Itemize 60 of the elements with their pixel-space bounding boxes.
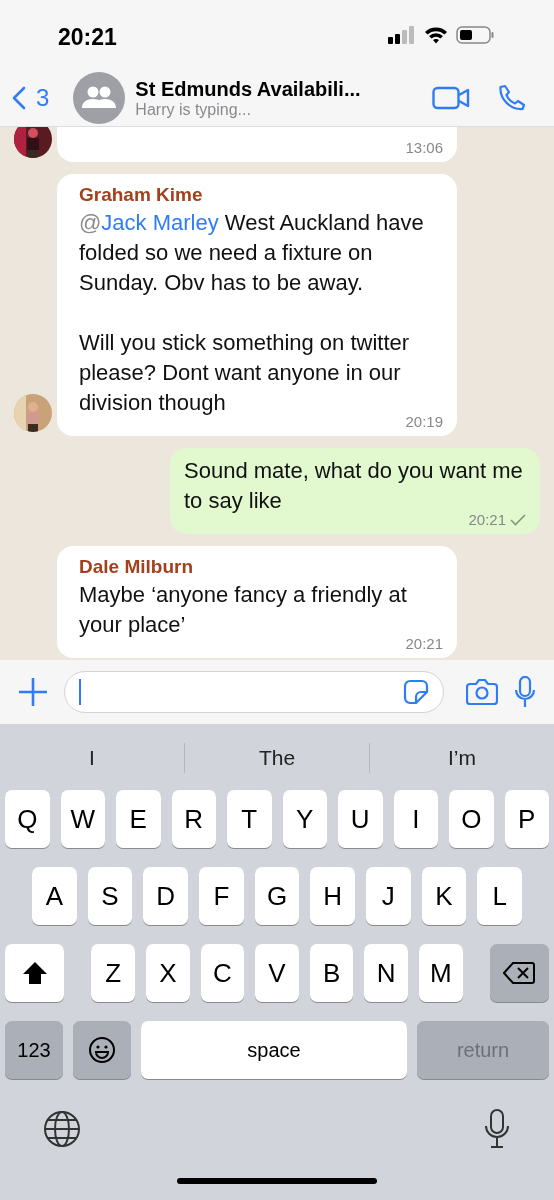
keyboard-key[interactable]: V xyxy=(255,944,299,1002)
keyboard-key[interactable]: U xyxy=(338,790,383,848)
keyboard-key[interactable]: H xyxy=(310,867,355,925)
keyboard-key[interactable]: I xyxy=(393,790,438,848)
message-text: Maybe ‘anyone fancy a friendly at your place’ xyxy=(79,581,408,639)
message-time: 13:06 xyxy=(405,139,443,156)
message-time: 20:21 xyxy=(405,635,443,652)
keyboard-key[interactable]: D xyxy=(143,867,188,925)
group-avatar-icon[interactable] xyxy=(73,72,126,124)
camera-icon[interactable] xyxy=(466,678,498,706)
keyboard-key[interactable]: Q xyxy=(5,790,50,848)
keyboard-key[interactable]: T xyxy=(227,790,272,848)
keyboard-key[interactable]: X xyxy=(146,944,190,1002)
sender-name: Dale Milburn xyxy=(79,556,194,578)
keyboard-key[interactable]: R xyxy=(171,790,216,848)
shift-key[interactable] xyxy=(5,944,65,1002)
suggestion[interactable]: I’m xyxy=(370,745,554,771)
keyboard-key[interactable]: L xyxy=(477,867,523,925)
chevron-left-icon xyxy=(12,86,26,110)
keyboard-key[interactable]: G xyxy=(254,867,300,925)
wifi-icon xyxy=(424,26,448,44)
keyboard-key[interactable]: S xyxy=(87,867,133,925)
keyboard-key[interactable]: A xyxy=(32,867,77,925)
sender-name: Graham Kime xyxy=(79,184,204,206)
numbers-key[interactable]: 123 xyxy=(5,1021,63,1079)
keyboard-key[interactable]: W xyxy=(60,790,105,848)
microphone-icon[interactable] xyxy=(514,676,536,708)
smiley-icon xyxy=(88,1036,116,1064)
arrow-up-icon xyxy=(21,961,48,985)
keyboard-key[interactable]: O xyxy=(449,790,494,848)
plus-icon[interactable] xyxy=(18,677,48,707)
keyboard-key[interactable]: N xyxy=(364,944,408,1002)
keyboard-key[interactable]: F xyxy=(199,867,244,925)
phone-icon[interactable] xyxy=(498,84,526,112)
status-time: 20:21 xyxy=(58,22,117,51)
chat-title[interactable]: St Edmunds Availabili... xyxy=(135,77,416,101)
signal-icon xyxy=(388,26,416,44)
globe-icon[interactable] xyxy=(42,1109,82,1149)
message-input-field[interactable] xyxy=(64,671,444,713)
typing-status: Harry is typing... xyxy=(135,100,252,119)
suggestion[interactable]: I xyxy=(0,745,184,771)
backspace-icon xyxy=(503,961,536,985)
emoji-key[interactable] xyxy=(73,1021,131,1079)
suggestion[interactable]: The xyxy=(185,745,369,771)
space-key[interactable]: space xyxy=(141,1021,407,1079)
video-call-icon[interactable] xyxy=(432,86,470,110)
battery-icon xyxy=(456,26,494,44)
keyboard-key[interactable]: P xyxy=(504,790,549,848)
back-button[interactable]: 3 xyxy=(12,84,50,112)
delete-key[interactable] xyxy=(489,944,550,1002)
keyboard-key[interactable]: E xyxy=(116,790,161,848)
keyboard-key[interactable]: B xyxy=(309,944,354,1002)
keyboard-key[interactable]: J xyxy=(366,867,411,925)
sticker-icon[interactable] xyxy=(403,679,429,705)
keyboard-key[interactable]: Z xyxy=(91,944,136,1002)
dictation-icon[interactable] xyxy=(484,1109,510,1149)
keyboard-key[interactable]: K xyxy=(421,867,467,925)
keyboard-key[interactable]: M xyxy=(419,944,463,1002)
keyboard-key[interactable]: C xyxy=(200,944,245,1002)
keyboard-key[interactable]: Y xyxy=(282,790,327,848)
